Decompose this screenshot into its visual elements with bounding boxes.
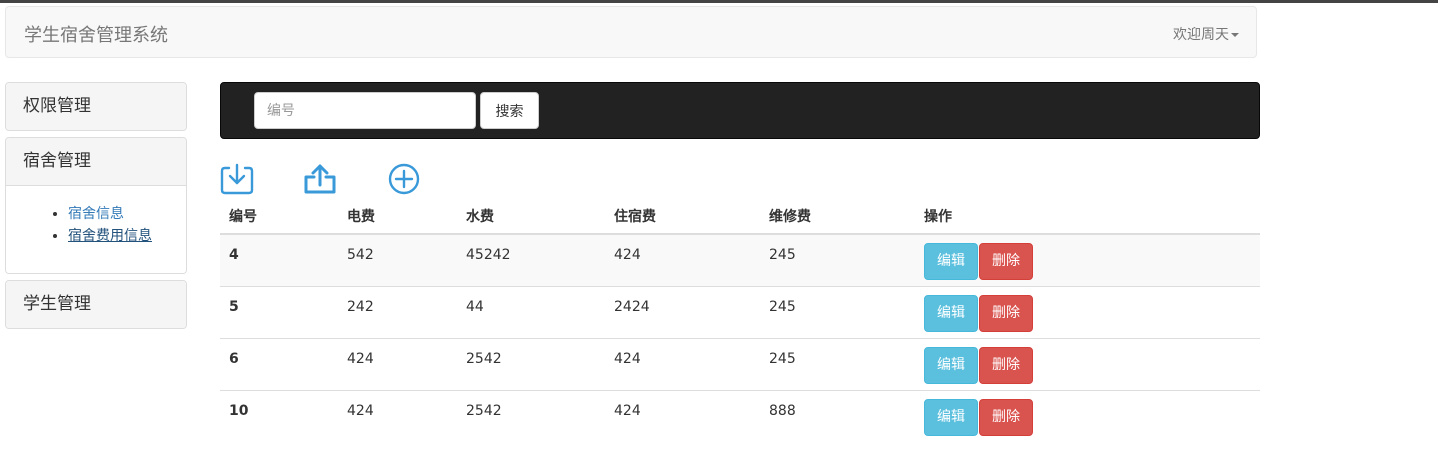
cell-electric: 424	[347, 402, 374, 419]
col-header-repair: 维修费	[760, 198, 915, 235]
brand-title[interactable]: 学生宿舍管理系统	[24, 21, 168, 47]
list-item: 宿舍费用信息	[68, 225, 186, 247]
link-dorm-info[interactable]: 宿舍信息	[68, 206, 124, 222]
cell-water: 2542	[466, 350, 502, 367]
edit-button[interactable]: 编辑	[924, 294, 978, 332]
cell-id: 5	[229, 298, 239, 315]
sidebar-panel-students: 学生管理	[5, 280, 187, 329]
col-header-lodging: 住宿费	[605, 198, 760, 235]
delete-button[interactable]: 删除	[979, 346, 1033, 384]
cell-water: 44	[466, 298, 484, 315]
dorm-submenu: 宿舍信息 宿舍费用信息	[6, 186, 186, 273]
fee-table: 编号 电费 水费 住宿费 维修费 操作 4 542 45242 424 245 …	[220, 198, 1260, 442]
link-dorm-fee-info[interactable]: 宿舍费用信息	[68, 228, 152, 244]
welcome-text: 欢迎周天	[1173, 27, 1229, 43]
col-header-actions: 操作	[915, 198, 1260, 235]
sidebar: 权限管理 宿舍管理 宿舍信息 宿舍费用信息 学生管理	[5, 82, 187, 335]
sidebar-panel-permissions: 权限管理	[5, 82, 187, 131]
download-icon[interactable]	[220, 162, 254, 196]
delete-button[interactable]: 删除	[979, 398, 1033, 436]
edit-button[interactable]: 编辑	[924, 243, 978, 280]
cell-electric: 424	[347, 350, 374, 367]
cell-lodging: 424	[614, 247, 641, 263]
cell-repair: 888	[769, 402, 796, 419]
cell-id: 4	[229, 247, 239, 263]
table-row: 6 424 2542 424 245 编辑 删除	[220, 337, 1260, 390]
edit-button[interactable]: 编辑	[924, 398, 978, 436]
table-row: 5 242 44 2424 245 编辑 删除	[220, 285, 1260, 338]
cell-repair: 245	[769, 298, 796, 315]
table-row: 10 424 2542 424 888 编辑 删除	[220, 389, 1260, 442]
search-button[interactable]: 搜索	[480, 92, 539, 129]
cell-electric: 242	[347, 298, 374, 315]
sidebar-item-students[interactable]: 学生管理	[6, 281, 186, 328]
navbar: 学生宿舍管理系统 欢迎周天	[5, 6, 1257, 58]
edit-button[interactable]: 编辑	[924, 346, 978, 384]
cell-repair: 245	[769, 247, 796, 263]
list-item: 宿舍信息	[68, 203, 186, 225]
sidebar-item-permissions[interactable]: 权限管理	[6, 83, 186, 130]
cell-repair: 245	[769, 350, 796, 367]
search-input[interactable]	[254, 92, 476, 129]
delete-button[interactable]: 删除	[979, 294, 1033, 332]
table-row: 4 542 45242 424 245 编辑 删除	[220, 234, 1260, 286]
cell-id: 10	[229, 402, 249, 419]
col-header-electric: 电费	[338, 198, 457, 235]
cell-lodging: 2424	[614, 298, 650, 315]
sidebar-item-dorm[interactable]: 宿舍管理	[6, 138, 186, 186]
sidebar-panel-dorm: 宿舍管理 宿舍信息 宿舍费用信息	[5, 137, 187, 274]
cell-water: 2542	[466, 402, 502, 419]
cell-electric: 542	[347, 247, 374, 263]
cell-id: 6	[229, 350, 239, 367]
cell-lodging: 424	[614, 402, 641, 419]
add-circle-icon[interactable]	[387, 162, 421, 196]
delete-button[interactable]: 删除	[979, 243, 1033, 280]
caret-down-icon	[1231, 33, 1239, 37]
cell-water: 45242	[466, 247, 511, 263]
search-bar: 搜索	[220, 82, 1260, 139]
cell-lodging: 424	[614, 350, 641, 367]
user-menu-dropdown[interactable]: 欢迎周天	[1173, 24, 1239, 44]
top-border	[0, 0, 1438, 3]
col-header-water: 水费	[457, 198, 605, 235]
col-header-id: 编号	[220, 198, 338, 235]
table-header-row: 编号 电费 水费 住宿费 维修费 操作	[220, 198, 1260, 235]
upload-icon[interactable]	[303, 162, 337, 196]
